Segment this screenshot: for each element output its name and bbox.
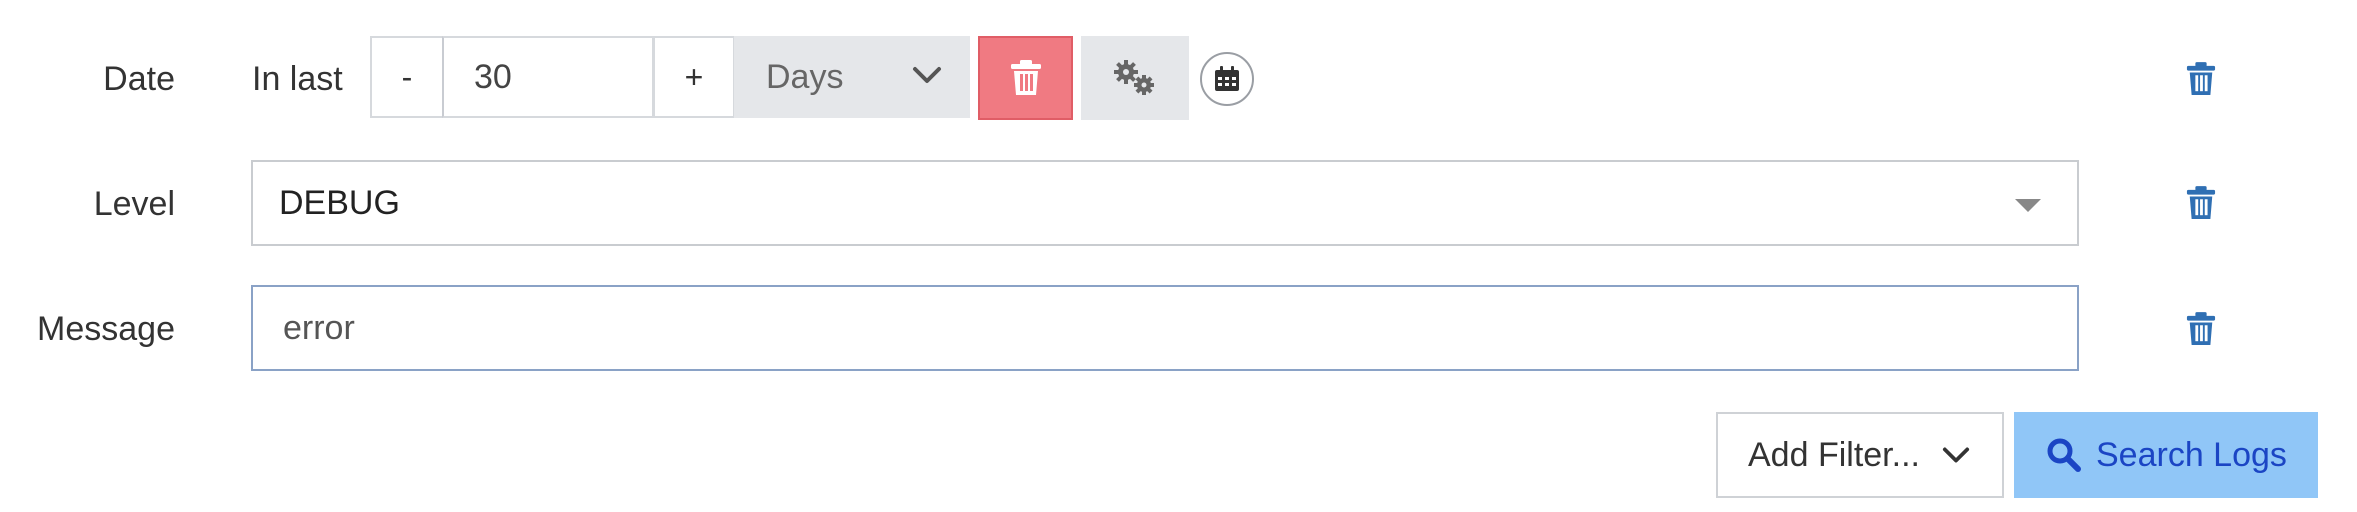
calendar-picker-button[interactable] [1200, 52, 1254, 106]
delete-date-value-button[interactable] [978, 36, 1073, 120]
gears-icon [1114, 60, 1154, 95]
level-select[interactable]: DEBUG [251, 160, 2079, 246]
trash-icon [2186, 186, 2216, 219]
search-icon [2047, 438, 2081, 472]
time-unit-select[interactable]: Days [734, 36, 970, 118]
date-options-button[interactable] [1081, 36, 1189, 120]
remove-level-filter-button[interactable] [2181, 181, 2221, 225]
add-filter-button[interactable]: Add Filter... [1716, 412, 2004, 498]
chevron-down-icon [913, 67, 941, 83]
trash-icon [2186, 62, 2216, 95]
log-filter-panel: Date In last - 30 + Days Level DEBUG Mes… [0, 0, 2357, 512]
trash-icon [2186, 312, 2216, 345]
message-label: Message [37, 310, 175, 348]
increment-button[interactable]: + [653, 36, 735, 118]
days-number-input[interactable]: 30 [442, 36, 654, 118]
decrement-button[interactable]: - [370, 36, 444, 118]
search-logs-label: Search Logs [2096, 435, 2287, 474]
search-logs-button[interactable]: Search Logs [2014, 412, 2318, 498]
date-label: Date [103, 60, 175, 98]
remove-date-filter-button[interactable] [2181, 57, 2221, 101]
add-filter-label: Add Filter... [1748, 435, 1920, 474]
time-unit-value: Days [766, 57, 844, 96]
trash-icon [1010, 60, 1041, 95]
message-input[interactable]: error [251, 285, 2079, 371]
caret-down-icon [2015, 199, 2041, 212]
calendar-icon [1215, 66, 1239, 91]
level-value: DEBUG [279, 183, 400, 222]
chevron-down-icon [1942, 447, 1970, 463]
level-label: Level [93, 185, 175, 223]
in-last-label: In last [252, 60, 343, 98]
remove-message-filter-button[interactable] [2181, 307, 2221, 351]
